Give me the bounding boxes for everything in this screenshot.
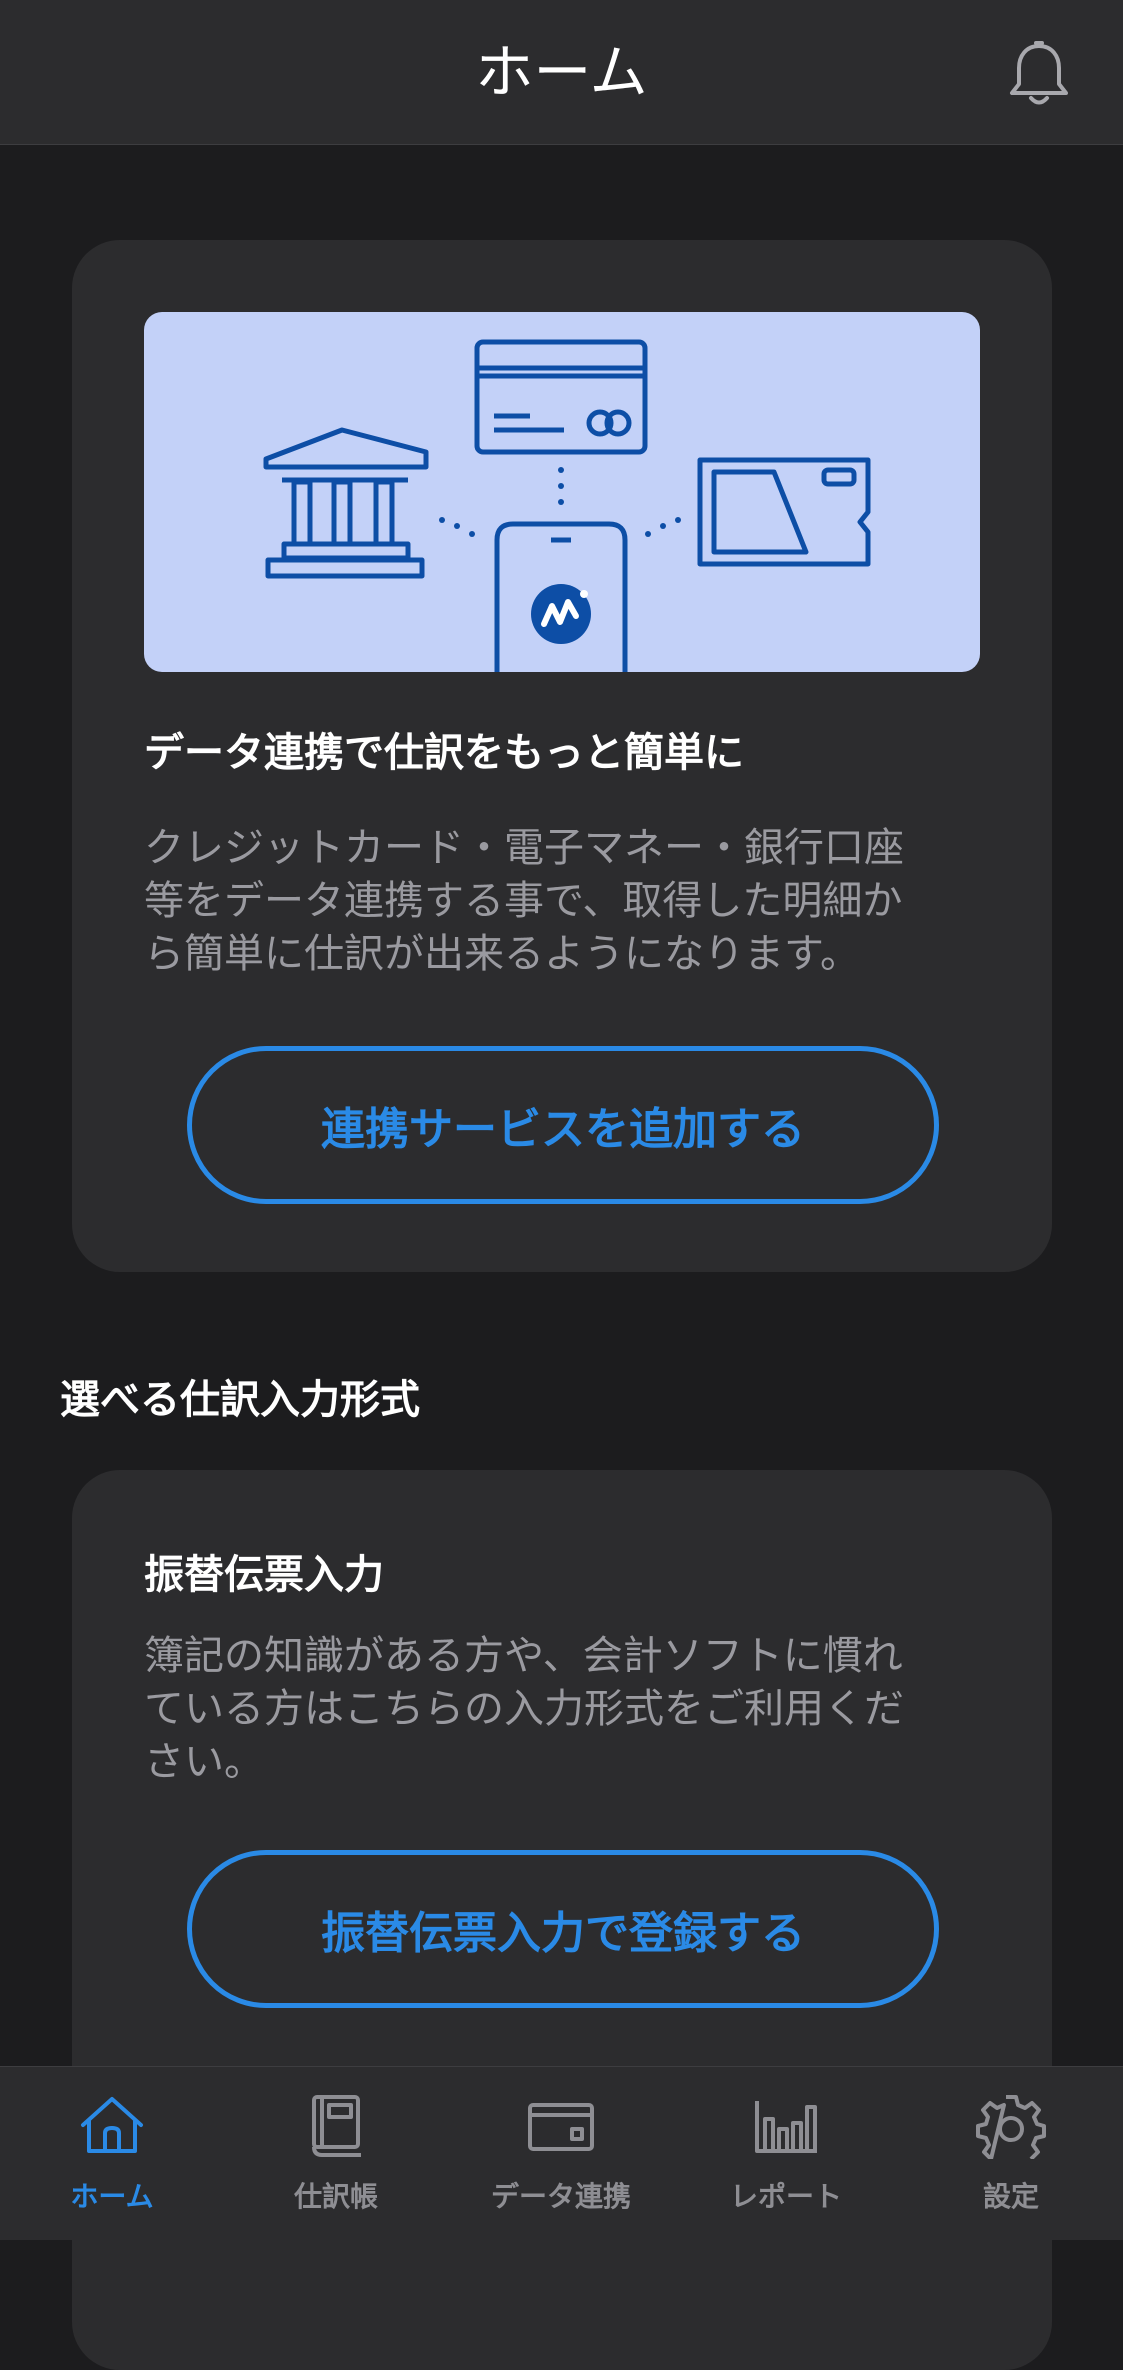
tab-report[interactable]: レポート [674, 2067, 898, 2240]
tab-home-label: ホーム [70, 2180, 154, 2213]
data-link-card: データ連携で仕訳をもっと簡単に クレジットカード・電子マネー・銀行口座 等をデー… [72, 240, 1052, 1272]
data-link-description: クレジットカード・電子マネー・銀行口座 等をデータ連携する事で、取得した明細か … [144, 825, 904, 977]
bottom-tab-bar: ホーム 仕訳帳 データ連携 レポート 設定 [0, 2066, 1123, 2240]
section-heading: 選べる仕訳入力形式 [60, 1377, 420, 1423]
tab-report-label: レポート [729, 2180, 842, 2213]
voucher-title: 振替伝票入力 [144, 1552, 384, 1598]
home-icon [81, 2097, 143, 2153]
credit-card-icon [474, 339, 648, 455]
tab-journal[interactable]: 仕訳帳 [224, 2067, 448, 2240]
bell-icon[interactable] [1007, 40, 1071, 110]
register-voucher-button[interactable]: 振替伝票入力で登録する [187, 1850, 939, 2008]
gear-icon [976, 2095, 1046, 2159]
data-link-illustration [144, 312, 980, 672]
tab-data-link-label: データ連携 [490, 2180, 631, 2213]
bar-chart-icon [755, 2101, 817, 2153]
tab-journal-label: 仕訳帳 [293, 2180, 378, 2213]
tab-home[interactable]: ホーム [0, 2067, 224, 2240]
bank-icon [263, 427, 429, 579]
tab-data-link[interactable]: データ連携 [449, 2067, 673, 2240]
add-linked-service-button[interactable]: 連携サービスを追加する [187, 1046, 939, 1204]
app-header: ホーム [0, 0, 1123, 145]
journal-book-icon [312, 2095, 361, 2157]
data-link-title: データ連携で仕訳をもっと簡単に [144, 730, 744, 776]
tab-settings-label: 設定 [982, 2180, 1039, 2213]
tab-settings[interactable]: 設定 [899, 2067, 1123, 2240]
card-wallet-icon [528, 2103, 594, 2151]
page-title: ホーム [475, 38, 648, 106]
voucher-description: 簿記の知識がある方や、会計ソフトに慣れ ている方はこちらの入力形式をご利用くだ … [144, 1633, 904, 1785]
emoney-card-icon [697, 457, 871, 567]
